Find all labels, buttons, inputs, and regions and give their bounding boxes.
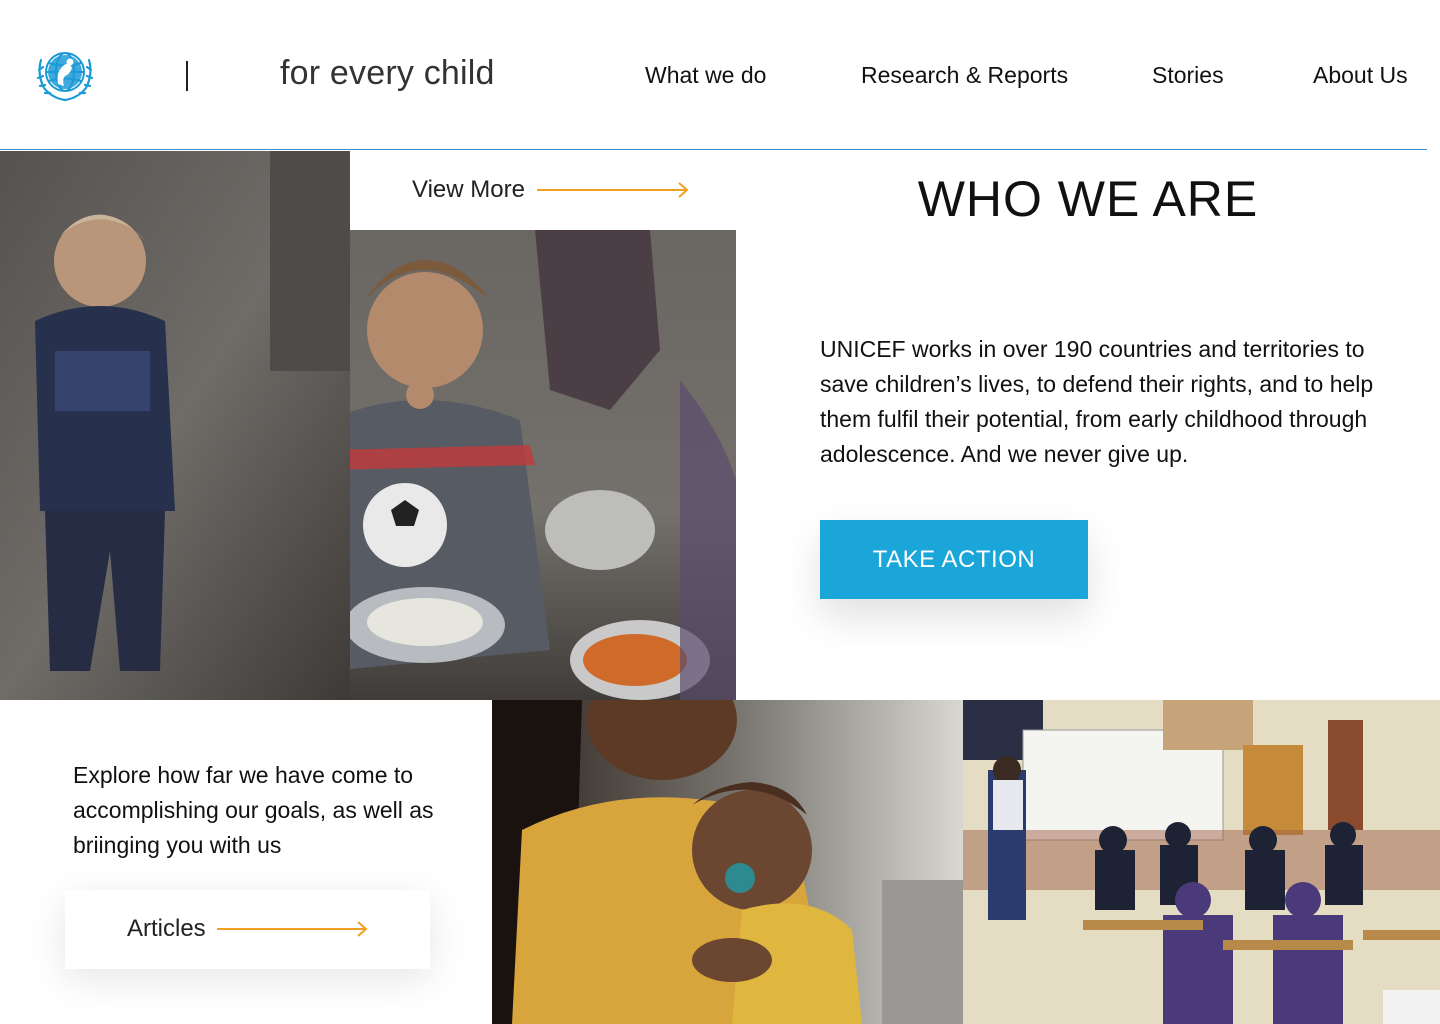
mother-and-baby-photo [492, 700, 963, 1024]
section-title: WHO WE ARE [917, 171, 1259, 227]
unicef-logo-icon[interactable] [34, 46, 96, 104]
view-more-label: View More [412, 176, 525, 203]
nav-research-reports[interactable]: Research & Reports [861, 62, 1068, 89]
nav-about-us[interactable]: About Us [1313, 62, 1408, 89]
articles-button[interactable]: Articles [65, 890, 430, 969]
articles-label: Articles [127, 915, 206, 942]
take-action-button[interactable]: TAKE ACTION [820, 520, 1088, 599]
header-divider [0, 149, 1427, 150]
explore-description: Explore how far we have come to accompli… [73, 762, 434, 858]
brand-tagline: for every child [280, 54, 495, 92]
mother-and-baby-illustration [492, 700, 963, 1024]
logo-divider [186, 61, 188, 91]
children-eating-photo [0, 151, 350, 700]
view-more-link[interactable]: View More [350, 151, 736, 230]
nav-stories[interactable]: Stories [1152, 62, 1224, 89]
classroom-photo [963, 700, 1440, 1024]
children-eating-illustration [0, 151, 350, 700]
section-description: UNICEF works in over 190 countries and t… [820, 336, 1374, 467]
site-header: for every child What we do Research & Re… [0, 0, 1440, 150]
arrow-right-icon [537, 182, 689, 198]
classroom-illustration [963, 700, 1440, 1024]
nav-what-we-do[interactable]: What we do [645, 62, 766, 89]
boy-with-plate-photo [350, 230, 736, 700]
boy-with-plate-illustration [350, 230, 736, 700]
arrow-right-icon [217, 921, 368, 937]
